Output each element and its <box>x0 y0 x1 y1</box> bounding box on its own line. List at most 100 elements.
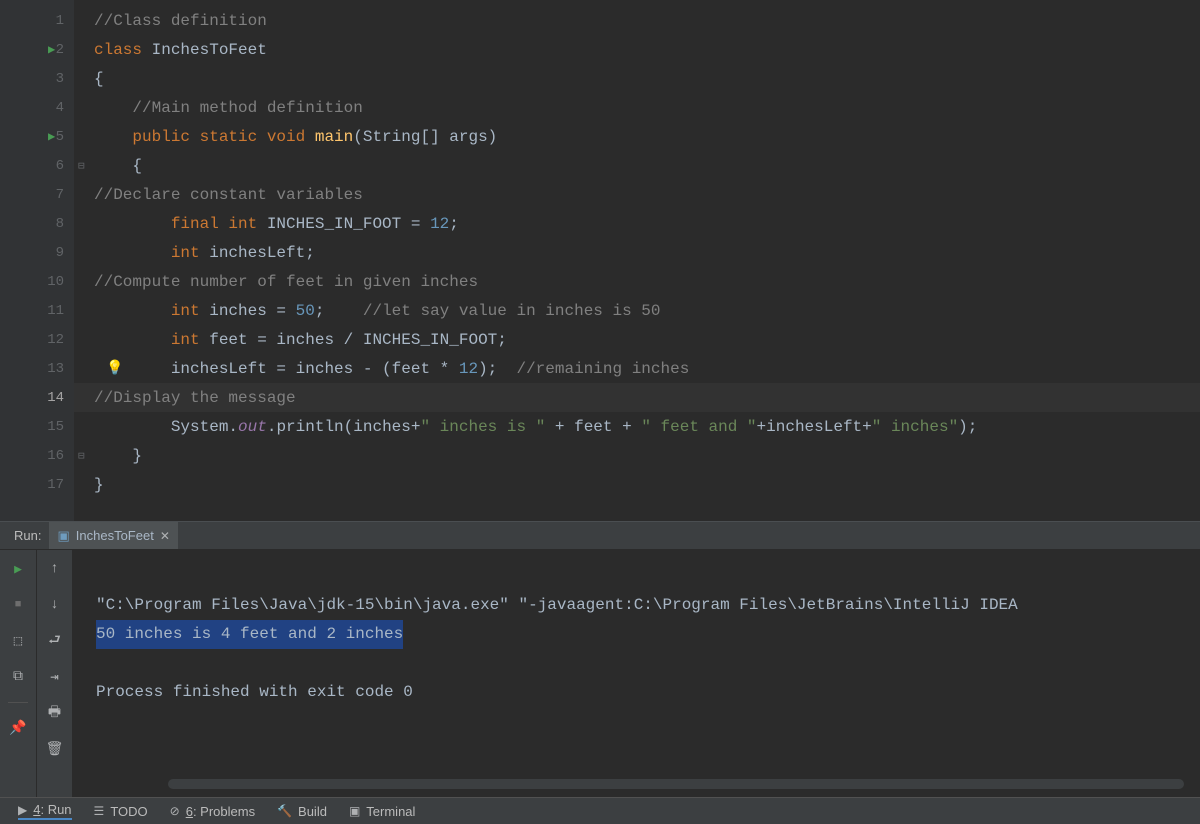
code-number: 50 <box>296 302 315 320</box>
code-text: INCHES_IN_FOOT = <box>267 215 430 233</box>
code-comment: //Display the message <box>94 389 296 407</box>
run-toolbar-left: ▶ ■ ⬚ ⧉ 📌 <box>0 550 36 797</box>
code-brace: } <box>94 447 142 465</box>
gutter-line[interactable]: 1 <box>0 6 74 35</box>
gutter-line[interactable]: 12 <box>0 325 74 354</box>
bottom-bar: ▶4: Run ☰ TODO ⊘6: Problems 🔨 Build ▣ Termi… <box>0 797 1200 824</box>
console-output[interactable]: "C:\Program Files\Java\jdk-15\bin\java.e… <box>72 550 1200 797</box>
editor-area: 1 ▶2 3 4 ▶5 6 7 8 9 10 11 12 13 14 15 16… <box>0 0 1200 522</box>
gutter-line[interactable]: 6 <box>0 151 74 180</box>
pin-button[interactable]: 📌 <box>7 717 29 739</box>
run-tab-name: InchesToFeet <box>76 528 154 543</box>
code-comment: //Compute number of feet in given inches <box>94 273 478 291</box>
run-toolbar-right: ↑ ↓ ⮐ ⇥ 🖶 🗑 <box>36 550 72 797</box>
code-number: 12 <box>459 360 478 378</box>
code-keyword: int <box>94 331 209 349</box>
code-text: ; <box>449 215 459 233</box>
console-line: Process finished with exit code 0 <box>96 683 413 701</box>
bulb-icon[interactable]: 💡 <box>106 360 123 377</box>
tab-terminal[interactable]: ▣ Terminal <box>349 804 415 819</box>
code-comment: //let say value in inches is 50 <box>363 302 661 320</box>
code-text: inchesLeft = inches - (feet * <box>94 360 459 378</box>
gutter-line[interactable]: 10 <box>0 267 74 296</box>
code-class: InchesToFeet <box>152 41 267 59</box>
gutter-line[interactable]: 17 <box>0 470 74 499</box>
gutter-line[interactable]: 8 <box>0 209 74 238</box>
stop-button[interactable]: ■ <box>7 594 29 616</box>
warning-icon: ⊘ <box>170 804 180 818</box>
code-string: " feet and " <box>641 418 756 436</box>
gutter-line[interactable]: 9 <box>0 238 74 267</box>
code-text: + feet + <box>545 418 641 436</box>
code-text: +inchesLeft+ <box>757 418 872 436</box>
tab-build[interactable]: 🔨 Build <box>277 804 327 819</box>
tab-problems[interactable]: ⊘6: Problems <box>170 804 255 819</box>
code-keyword: public static void <box>94 128 315 146</box>
run-tab[interactable]: ▣ InchesToFeet ✕ <box>49 522 177 549</box>
code-keyword: class <box>94 41 152 59</box>
softwrap-button[interactable]: ⮐ <box>44 630 66 652</box>
code-method: main <box>315 128 353 146</box>
print-button[interactable]: 🖶 <box>44 702 66 724</box>
gutter-line[interactable]: 16 <box>0 441 74 470</box>
code-text: .println(inches+ <box>267 418 421 436</box>
code-string: " inches" <box>872 418 958 436</box>
code-area[interactable]: //Class definition class InchesToFeet { … <box>74 0 1200 521</box>
gutter-line[interactable]: ▶2 <box>0 35 74 64</box>
code-text: ); <box>478 360 516 378</box>
code-text: inches = <box>209 302 295 320</box>
tab-label: Build <box>298 804 327 819</box>
play-icon: ▶ <box>18 803 27 817</box>
code-text: ); <box>958 418 977 436</box>
code-number: 12 <box>430 215 449 233</box>
gutter-line[interactable]: ▶5 <box>0 122 74 151</box>
code-keyword: int <box>94 302 209 320</box>
console-line-selected: 50 inches is 4 feet and 2 inches <box>96 620 403 649</box>
gutter-line[interactable]: 4 <box>0 93 74 122</box>
console-line: "C:\Program Files\Java\jdk-15\bin\java.e… <box>96 596 1018 614</box>
run-header: Run: ▣ InchesToFeet ✕ <box>0 522 1200 550</box>
down-button[interactable]: ↓ <box>44 594 66 616</box>
code-brace: } <box>94 476 104 494</box>
gutter: 1 ▶2 3 4 ▶5 6 7 8 9 10 11 12 13 14 15 16… <box>0 0 74 521</box>
tab-todo[interactable]: ☰ TODO <box>94 804 148 819</box>
close-icon[interactable]: ✕ <box>160 529 170 543</box>
list-icon: ☰ <box>94 804 105 818</box>
gutter-line[interactable]: 11 <box>0 296 74 325</box>
run-line-icon[interactable]: ▶ <box>48 42 55 57</box>
tab-label: TODO <box>110 804 147 819</box>
code-comment: //remaining inches <box>516 360 689 378</box>
gutter-line[interactable]: 3 <box>0 64 74 93</box>
run-line-icon[interactable]: ▶ <box>48 129 55 144</box>
code-comment: //Declare constant variables <box>94 186 363 204</box>
horizontal-scrollbar[interactable] <box>168 779 1184 789</box>
gutter-line[interactable]: 7 <box>0 180 74 209</box>
tab-label: Terminal <box>366 804 415 819</box>
trash-button[interactable]: 🗑 <box>44 738 66 760</box>
fold-icon[interactable]: ⊟ <box>78 449 85 463</box>
up-button[interactable]: ↑ <box>44 558 66 580</box>
rerun-button[interactable]: ▶ <box>7 558 29 580</box>
gutter-line[interactable]: 15 <box>0 412 74 441</box>
code-brace: { <box>94 157 142 175</box>
gutter-line[interactable]: 13 <box>0 354 74 383</box>
run-body: ▶ ■ ⬚ ⧉ 📌 ↑ ↓ ⮐ ⇥ 🖶 🗑 "C:\Program Files\… <box>0 550 1200 797</box>
code-keyword: final int <box>94 215 267 233</box>
hammer-icon: 🔨 <box>277 804 292 818</box>
terminal-icon: ▣ <box>349 804 360 818</box>
fold-icon[interactable]: ⊟ <box>78 159 85 173</box>
scroll-button[interactable]: ⇥ <box>44 666 66 688</box>
run-label: Run: <box>14 528 41 543</box>
debug-button[interactable]: ⬚ <box>7 630 29 652</box>
tab-run[interactable]: ▶4: Run <box>18 802 72 820</box>
divider <box>8 702 28 703</box>
code-text: feet = inches / INCHES_IN_FOOT; <box>209 331 507 349</box>
layout-button[interactable]: ⧉ <box>7 666 29 688</box>
code-string: " inches is " <box>420 418 545 436</box>
code-comment: //Main method definition <box>94 99 363 117</box>
code-text: (String[] args) <box>353 128 497 146</box>
run-panel: Run: ▣ InchesToFeet ✕ ▶ ■ ⬚ ⧉ 📌 ↑ ↓ ⮐ ⇥ … <box>0 522 1200 797</box>
gutter-line[interactable]: 14 <box>0 383 74 412</box>
code-field: out <box>238 418 267 436</box>
code-text: inchesLeft; <box>209 244 315 262</box>
